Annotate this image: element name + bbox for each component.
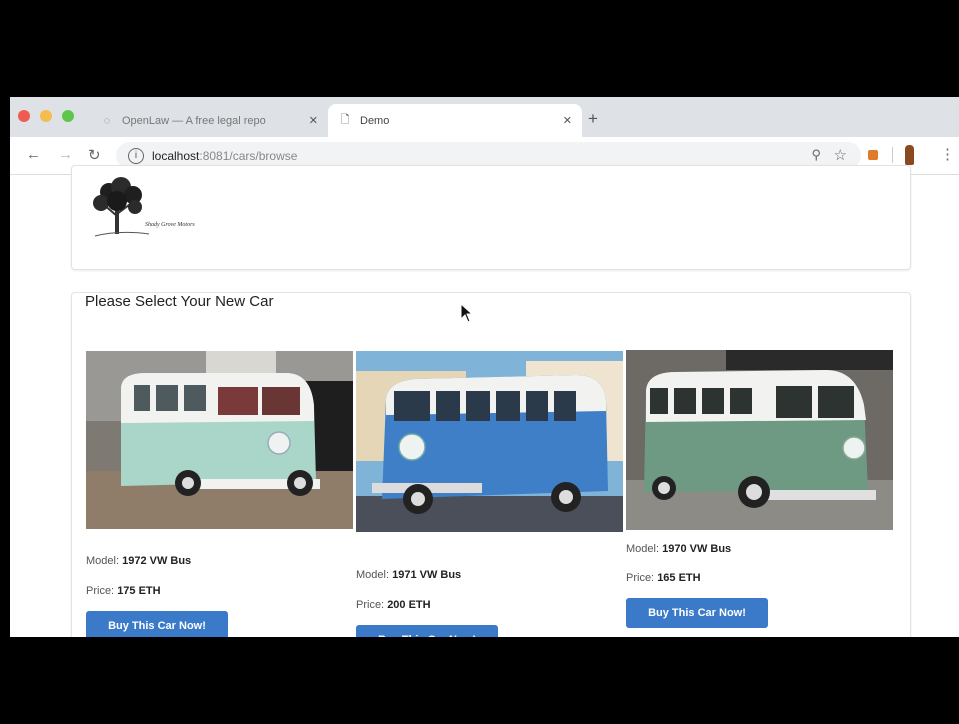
new-tab-button[interactable]: + bbox=[588, 109, 598, 129]
info-icon[interactable]: i bbox=[128, 147, 144, 164]
tab-openlaw[interactable]: ◌ OpenLaw — A free legal repo ✕ bbox=[90, 104, 328, 137]
close-tab-icon[interactable]: ✕ bbox=[309, 114, 318, 127]
car-item-1970: Model: 1970 VW Bus Price: 165 ETH Buy Th… bbox=[626, 350, 893, 628]
car-photo-1970[interactable] bbox=[626, 350, 893, 530]
tab-demo[interactable]: 🗋 Demo ✕ bbox=[328, 104, 582, 137]
buy-car-button[interactable]: Buy This Car Now! bbox=[86, 611, 228, 637]
url-text[interactable]: localhost:8081/cars/browse bbox=[152, 149, 297, 163]
header-card: Shady Grove Motors bbox=[71, 165, 911, 270]
close-window-button[interactable] bbox=[18, 110, 30, 122]
car-price: Price: 200 ETH bbox=[356, 599, 431, 611]
extension-icon[interactable] bbox=[868, 150, 878, 160]
car-model: Model: 1972 VW Bus bbox=[86, 555, 192, 567]
car-photo-1972[interactable] bbox=[86, 351, 353, 529]
metamask-extension-icon[interactable] bbox=[905, 145, 914, 165]
buy-car-button[interactable]: Buy This Car Now! bbox=[356, 625, 498, 637]
maximize-window-button[interactable] bbox=[62, 110, 74, 122]
bookmark-star-icon[interactable]: ☆ bbox=[834, 146, 847, 164]
car-item-1971: Model: 1971 VW Bus Price: 200 ETH Buy Th… bbox=[356, 351, 623, 637]
reload-icon[interactable]: ↻ bbox=[88, 146, 101, 164]
car-selection-card: Please Select Your New Car Model: 1972 V… bbox=[71, 292, 911, 637]
minimize-window-button[interactable] bbox=[40, 110, 52, 122]
svg-text:Shady Grove Motors: Shady Grove Motors bbox=[145, 222, 195, 228]
letterbox-bottom bbox=[0, 637, 959, 724]
car-model: Model: 1970 VW Bus bbox=[626, 543, 732, 555]
toolbar-divider bbox=[892, 147, 893, 163]
loading-icon: ◌ bbox=[103, 114, 111, 127]
letterbox-top bbox=[0, 0, 959, 97]
section-title: Please Select Your New Car bbox=[85, 293, 274, 310]
car-price: Price: 175 ETH bbox=[86, 585, 161, 597]
page-viewport: Shady Grove Motors Please Select Your Ne… bbox=[10, 165, 959, 637]
tab-strip: ◌ OpenLaw — A free legal repo ✕ 🗋 Demo ✕… bbox=[10, 97, 959, 137]
buy-car-button[interactable]: Buy This Car Now! bbox=[626, 598, 768, 628]
tree-logo: Shady Grove Motors bbox=[93, 177, 195, 237]
car-price: Price: 165 ETH bbox=[626, 572, 701, 584]
forward-arrow-icon[interactable]: → bbox=[58, 146, 73, 163]
browser-menu-icon[interactable]: ⋮ bbox=[940, 145, 955, 163]
browser-window: ◌ OpenLaw — A free legal repo ✕ 🗋 Demo ✕… bbox=[10, 97, 959, 637]
car-photo-1971[interactable] bbox=[356, 351, 623, 532]
tab-title: OpenLaw — A free legal repo bbox=[122, 114, 266, 127]
car-item-1972: Model: 1972 VW Bus Price: 175 ETH Buy Th… bbox=[86, 351, 353, 637]
close-tab-icon[interactable]: ✕ bbox=[563, 114, 572, 127]
back-arrow-icon[interactable]: ← bbox=[26, 146, 41, 163]
zoom-icon[interactable]: ⚲ bbox=[811, 147, 821, 163]
car-model: Model: 1971 VW Bus bbox=[356, 569, 462, 581]
document-icon: 🗋 bbox=[340, 114, 350, 126]
mouse-cursor-icon bbox=[460, 303, 474, 323]
tab-title: Demo bbox=[360, 114, 390, 127]
